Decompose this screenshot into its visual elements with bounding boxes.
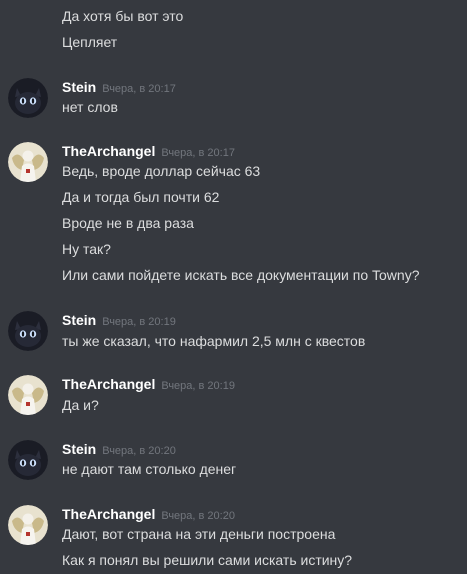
username[interactable]: Stein: [62, 79, 96, 95]
message-header: Stein Вчера, в 20:20: [62, 440, 176, 458]
message-header: TheArchangel Вчера, в 20:19: [62, 375, 235, 393]
timestamp: Вчера, в 20:17: [102, 83, 176, 95]
timestamp: Вчера, в 20:20: [102, 445, 176, 457]
thearchangel-avatar[interactable]: [8, 505, 48, 545]
message-header: TheArchangel Вчера, в 20:17: [62, 142, 235, 160]
angel-avatar-icon: [8, 505, 48, 545]
message-text: Да и тогда был почти 62: [62, 189, 220, 205]
message-text: Как я понял вы решили сами искать истину…: [62, 552, 353, 568]
message-header: TheArchangel Вчера, в 20:20: [62, 505, 235, 523]
angel-avatar-icon: [8, 142, 48, 182]
message-text: Цепляет: [62, 34, 118, 50]
thearchangel-avatar[interactable]: [8, 375, 48, 415]
message-text: Да и?: [62, 397, 99, 413]
stein-avatar[interactable]: [8, 311, 48, 351]
message-text: Или сами пойдете искать все документации…: [62, 267, 420, 283]
message-text: Ну так?: [62, 241, 111, 257]
message-header: Stein Вчера, в 20:19: [62, 311, 176, 329]
message-header: Stein Вчера, в 20:17: [62, 78, 176, 96]
angel-avatar-icon: [8, 375, 48, 415]
timestamp: Вчера, в 20:17: [161, 147, 235, 159]
timestamp: Вчера, в 20:19: [102, 316, 176, 328]
username[interactable]: Stein: [62, 312, 96, 328]
message-text: Да хотя бы вот это: [62, 8, 184, 24]
message-text: Дают, вот страна на эти деньги построена: [62, 526, 336, 542]
username[interactable]: TheArchangel: [62, 506, 155, 522]
thearchangel-avatar[interactable]: [8, 142, 48, 182]
dark-cat-avatar-icon: [8, 311, 48, 351]
stein-avatar[interactable]: [8, 78, 48, 118]
username[interactable]: TheArchangel: [62, 376, 155, 392]
username[interactable]: TheArchangel: [62, 143, 155, 159]
timestamp: Вчера, в 20:20: [161, 510, 235, 522]
chat-messages: Да хотя бы вот это Цепляет Stein Вчера, в…: [0, 0, 467, 574]
dark-cat-avatar-icon: [8, 78, 48, 118]
dark-cat-avatar-icon: [8, 440, 48, 480]
message-text: нет слов: [62, 99, 118, 115]
message-text: ты же сказал, что нафармил 2,5 млн с кве…: [62, 333, 366, 349]
message-text: не дают там столько денег: [62, 461, 237, 477]
timestamp: Вчера, в 20:19: [161, 380, 235, 392]
message-text: Ведь, вроде доллар сейчас 63: [62, 163, 261, 179]
message-text: Вроде не в два раза: [62, 215, 194, 231]
stein-avatar[interactable]: [8, 440, 48, 480]
username[interactable]: Stein: [62, 441, 96, 457]
